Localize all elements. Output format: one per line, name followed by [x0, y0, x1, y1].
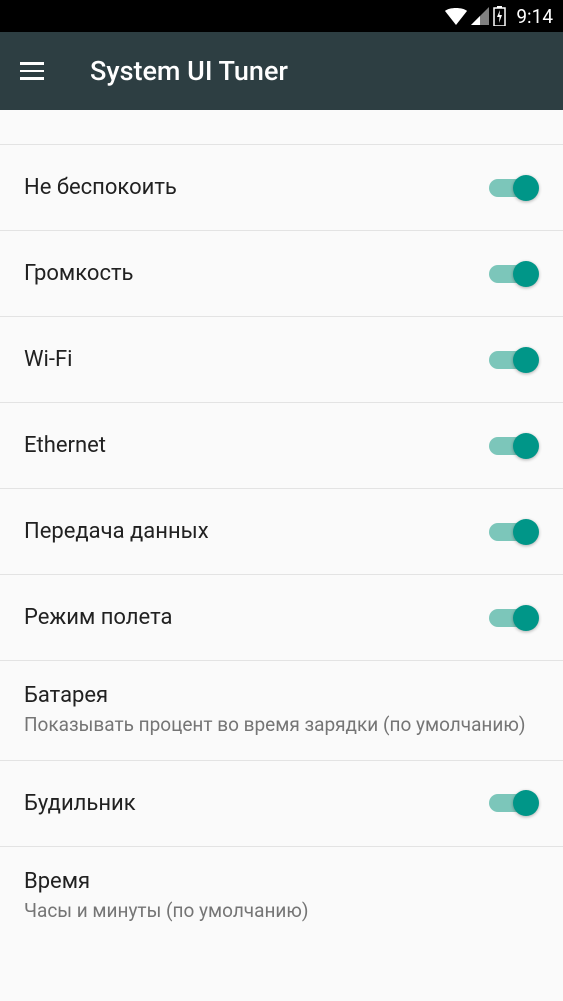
list-item-dnd[interactable]: Не беспокоить — [0, 145, 563, 231]
toggle-switch[interactable] — [489, 259, 539, 289]
item-label: Режим полета — [24, 605, 172, 630]
status-bar: 9:14 — [0, 0, 563, 32]
item-sublabel: Показывать процент во время зарядки (по … — [24, 712, 525, 738]
toggle-switch[interactable] — [489, 603, 539, 633]
list-item-battery[interactable]: Батарея Показывать процент во время заря… — [0, 661, 563, 761]
battery-charging-icon — [493, 6, 506, 26]
toggle-switch[interactable] — [489, 788, 539, 818]
list-item-time[interactable]: Время Часы и минуты (по умолчанию) — [0, 847, 563, 946]
list-item-data[interactable]: Передача данных — [0, 489, 563, 575]
wifi-icon — [445, 7, 467, 25]
item-label: Батарея — [24, 683, 108, 708]
menu-button[interactable] — [20, 55, 52, 87]
list-spacer — [0, 110, 563, 145]
item-label: Не беспокоить — [24, 175, 177, 200]
item-label: Громкость — [24, 261, 134, 286]
item-label: Wi-Fi — [24, 347, 72, 372]
page-title: System UI Tuner — [90, 55, 288, 87]
toggle-switch[interactable] — [489, 431, 539, 461]
status-time: 9:14 — [516, 5, 553, 28]
toggle-switch[interactable] — [489, 345, 539, 375]
list-item-volume[interactable]: Громкость — [0, 231, 563, 317]
toggle-switch[interactable] — [489, 173, 539, 203]
list-item-ethernet[interactable]: Ethernet — [0, 403, 563, 489]
app-bar: System UI Tuner — [0, 32, 563, 110]
item-label: Время — [24, 869, 90, 894]
signal-icon — [471, 7, 489, 25]
toggle-switch[interactable] — [489, 517, 539, 547]
settings-list: Не беспокоить Громкость Wi-Fi Ethernet П… — [0, 110, 563, 945]
list-item-wifi[interactable]: Wi-Fi — [0, 317, 563, 403]
item-label: Ethernet — [24, 433, 106, 458]
item-label: Передача данных — [24, 519, 209, 544]
item-label: Будильник — [24, 791, 136, 816]
list-item-airplane[interactable]: Режим полета — [0, 575, 563, 661]
list-item-alarm[interactable]: Будильник — [0, 761, 563, 847]
item-sublabel: Часы и минуты (по умолчанию) — [24, 898, 309, 924]
